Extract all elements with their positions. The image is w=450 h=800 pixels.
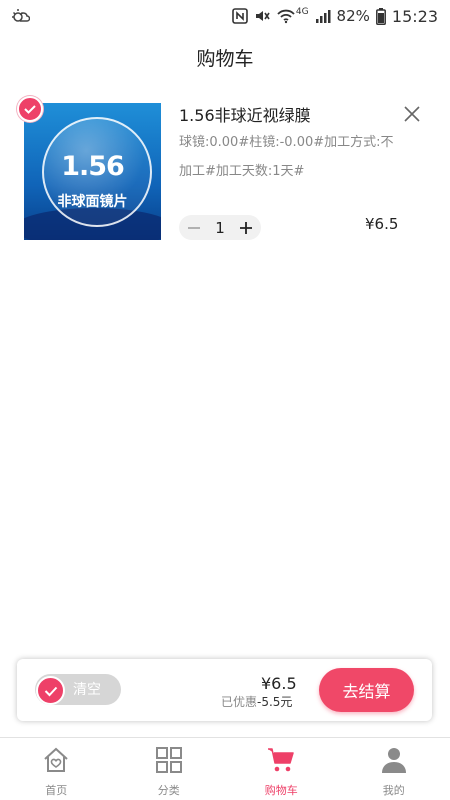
tab-home-label: 首页 (45, 784, 68, 797)
product-image-subtext: 非球面镜片 (57, 194, 128, 210)
page-title: 购物车 (196, 47, 254, 70)
tab-profile[interactable]: 我的 (338, 738, 450, 800)
tab-category[interactable]: 分类 (113, 738, 226, 800)
battery-percent: 82% (336, 7, 370, 25)
product-spec: 球镜:0.00#柱镜:-0.00#加工方式:不加工#加工天数:1天# (179, 135, 394, 179)
tab-cart-label: 购物车 (264, 784, 298, 797)
product-image-text: 1.56 (61, 151, 125, 182)
cart-icon (268, 748, 294, 772)
weather-icon (10, 6, 31, 26)
tab-cart[interactable]: 购物车 (225, 738, 338, 800)
checkout-bar: 清空 ¥6.5 已优惠-5.5元 去结算 (17, 659, 432, 721)
home-icon (44, 747, 68, 772)
increase-button[interactable] (237, 219, 255, 237)
battery-icon (375, 7, 386, 25)
tab-category-label: 分类 (157, 784, 180, 797)
user-icon (381, 748, 406, 773)
discount-prefix: 已优惠 (221, 695, 258, 709)
network-type: 4G (295, 7, 309, 17)
close-icon (404, 106, 420, 122)
checkout-button[interactable]: 去结算 (319, 668, 414, 712)
select-all-checkbox[interactable] (36, 676, 65, 705)
clock: 15:23 (391, 6, 438, 26)
tab-home[interactable]: 首页 (0, 738, 113, 800)
plus-icon (239, 221, 252, 234)
wifi-icon (276, 8, 296, 24)
check-icon (44, 686, 57, 696)
item-price: ¥6.5 (365, 215, 399, 233)
product-image[interactable]: 1.56 非球面镜片 (24, 103, 161, 240)
quantity-stepper: 1 (179, 215, 261, 240)
nfc-icon (232, 8, 248, 24)
mute-icon (254, 8, 270, 24)
discount-value: -5.5元 (257, 695, 293, 709)
total-price: ¥6.5 (261, 674, 297, 693)
clear-label[interactable]: 清空 (73, 679, 101, 699)
header: 购物车 (0, 32, 450, 82)
check-icon (24, 105, 36, 114)
product-title[interactable]: 1.56非球近视绿膜 (179, 102, 311, 126)
bottom-tab-bar: 首页 分类 购物车 我的 (0, 737, 450, 800)
minus-icon (188, 226, 200, 229)
discount-text: 已优惠-5.5元 (221, 693, 292, 710)
remove-item-button[interactable] (402, 104, 422, 124)
status-bar: 4G 82% 15:23 (0, 0, 450, 32)
item-select-checkbox[interactable] (17, 96, 43, 122)
signal-icon (315, 8, 331, 24)
grid-icon (155, 747, 182, 773)
tab-profile-label: 我的 (382, 784, 405, 797)
decrease-button[interactable] (185, 219, 203, 237)
quantity-value[interactable]: 1 (215, 219, 225, 237)
